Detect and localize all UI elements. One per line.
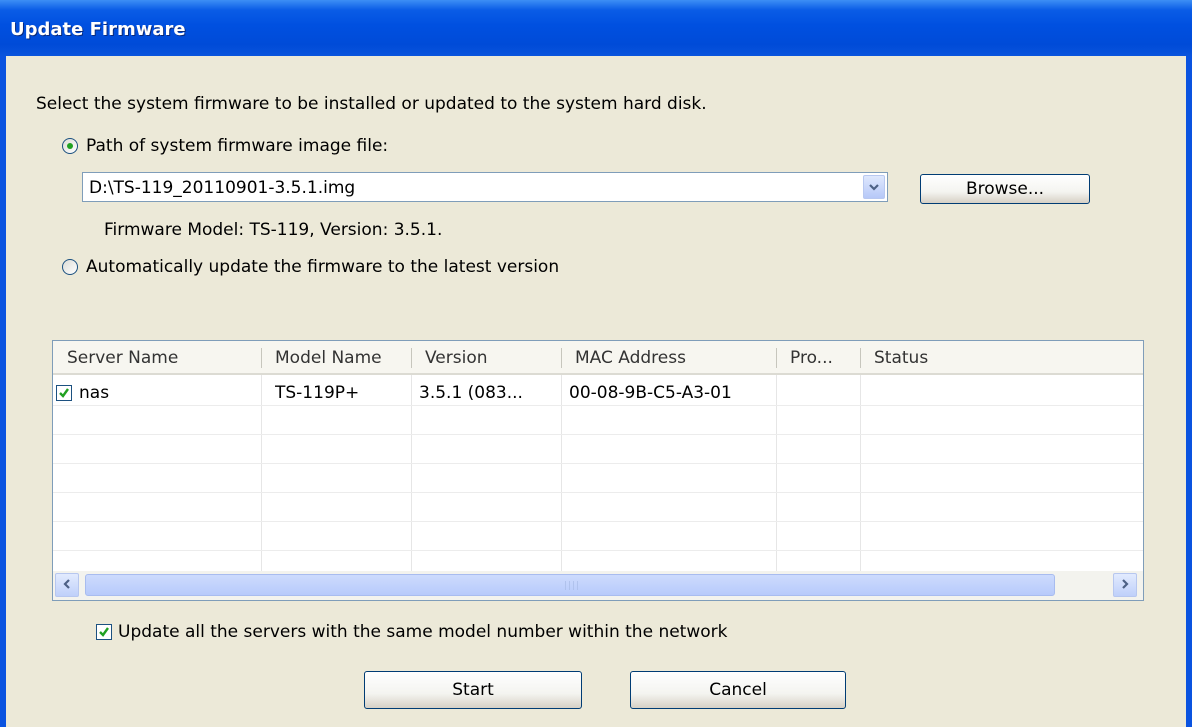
grid-line xyxy=(53,492,1143,493)
browse-button[interactable]: Browse... xyxy=(920,174,1090,204)
firmware-path-value: D:\TS-119_20110901-3.5.1.img xyxy=(89,178,356,198)
radio-selected-dot xyxy=(67,143,73,149)
firmware-path-combo[interactable]: D:\TS-119_20110901-3.5.1.img xyxy=(82,172,888,202)
scroll-right-button[interactable] xyxy=(1113,573,1137,597)
column-header-server-name[interactable]: Server Name xyxy=(53,341,261,373)
update-firmware-dialog: Update Firmware Select the system firmwa… xyxy=(0,0,1192,727)
path-radio[interactable] xyxy=(62,138,78,154)
scrollbar-thumb[interactable]: |||| xyxy=(85,574,1055,596)
window-border-left xyxy=(0,56,6,727)
update-all-checkbox[interactable] xyxy=(96,624,112,640)
auto-update-radio-label[interactable]: Automatically update the firmware to the… xyxy=(86,257,559,277)
grip-icon: |||| xyxy=(564,581,581,591)
cancel-button[interactable]: Cancel xyxy=(630,671,846,709)
firmware-info-text: Firmware Model: TS-119, Version: 3.5.1. xyxy=(104,220,443,240)
horizontal-scrollbar[interactable]: |||| xyxy=(53,571,1143,600)
path-radio-label[interactable]: Path of system firmware image file: xyxy=(86,136,388,156)
grid-line xyxy=(53,405,1143,406)
auto-update-radio[interactable] xyxy=(62,259,78,275)
column-header-status[interactable]: Status xyxy=(860,341,1143,373)
list-header: Server Name Model Name Version MAC Addre… xyxy=(53,341,1143,375)
instructions-text: Select the system firmware to be install… xyxy=(36,94,707,114)
window-border-right xyxy=(1186,56,1192,727)
grid-line xyxy=(53,463,1143,464)
update-all-label[interactable]: Update all the servers with the same mod… xyxy=(118,622,728,642)
column-header-mac-address[interactable]: MAC Address xyxy=(561,341,776,373)
row-checkbox[interactable] xyxy=(56,385,72,401)
chevron-left-icon xyxy=(63,579,70,589)
column-header-version[interactable]: Version xyxy=(411,341,561,373)
cell-mac-address: 00-08-9B-C5-A3-01 xyxy=(569,383,732,403)
chevron-right-icon xyxy=(1122,579,1129,589)
check-icon xyxy=(59,388,69,398)
cell-version: 3.5.1 (083... xyxy=(419,383,523,403)
cell-model-name: TS-119P+ xyxy=(275,383,360,403)
grid-line xyxy=(53,434,1143,435)
column-header-pro[interactable]: Pro... xyxy=(776,341,862,373)
server-list[interactable]: Server Name Model Name Version MAC Addre… xyxy=(52,340,1144,601)
cell-server-name: nas xyxy=(79,383,110,403)
title-bar[interactable]: Update Firmware xyxy=(0,0,1192,56)
grid-line xyxy=(53,521,1143,522)
column-header-model-name[interactable]: Model Name xyxy=(261,341,411,373)
chevron-down-icon[interactable] xyxy=(863,175,885,199)
grid-line xyxy=(53,550,1143,551)
window-title: Update Firmware xyxy=(10,19,186,40)
check-icon xyxy=(99,627,109,637)
start-button[interactable]: Start xyxy=(364,671,582,709)
scroll-left-button[interactable] xyxy=(55,573,79,597)
